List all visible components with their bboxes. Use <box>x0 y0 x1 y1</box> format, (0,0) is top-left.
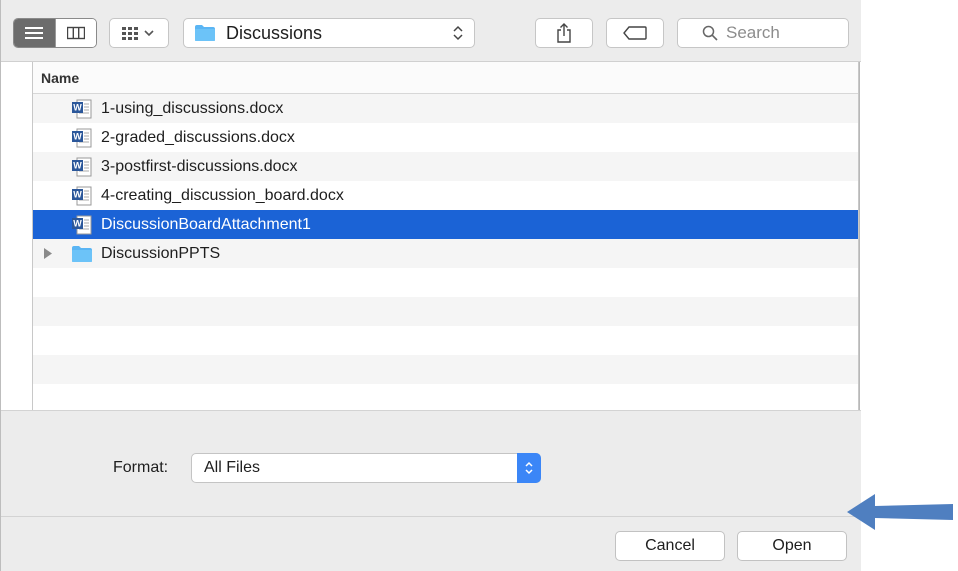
column-view-icon <box>66 26 85 40</box>
empty-row <box>33 297 858 326</box>
list-view-icon <box>25 27 44 39</box>
tag-icon <box>623 26 647 40</box>
grid-arrange-icon <box>122 27 154 40</box>
svg-text:W: W <box>73 160 82 170</box>
word-doc-icon: W <box>71 127 93 149</box>
open-button[interactable]: Open <box>737 531 847 561</box>
list-item[interactable]: W 2-graded_discussions.docx <box>33 123 858 152</box>
list-item-selected[interactable]: W DiscussionBoardAttachment1 <box>33 210 858 239</box>
disclosure-triangle-icon[interactable] <box>43 248 53 259</box>
file-name: 1-using_discussions.docx <box>101 99 284 117</box>
folder-name: DiscussionPPTS <box>101 244 221 262</box>
location-label: Discussions <box>226 22 323 43</box>
format-label: Format: <box>113 459 169 476</box>
file-name: 4-creating_discussion_board.docx <box>101 186 344 204</box>
file-name: DiscussionBoardAttachment1 <box>101 215 311 233</box>
column-view-button[interactable] <box>54 19 96 47</box>
empty-row <box>33 268 858 297</box>
tag-button[interactable] <box>606 18 664 48</box>
search-icon <box>702 25 718 41</box>
list-item[interactable]: W 3-postfirst-discussions.docx <box>33 152 858 181</box>
updown-chevron-icon <box>453 25 463 41</box>
svg-text:W: W <box>73 218 82 228</box>
word-doc-icon: W <box>71 156 93 178</box>
svg-text:W: W <box>73 131 82 141</box>
word-doc-icon: W <box>71 214 93 236</box>
word-doc-icon: W <box>71 185 93 207</box>
share-icon <box>557 23 571 43</box>
list-item[interactable]: DiscussionPPTS <box>33 239 858 268</box>
svg-text:W: W <box>73 102 82 112</box>
sidebar-collapsed <box>1 62 32 410</box>
empty-row <box>33 355 858 384</box>
word-doc-icon: W <box>71 98 93 120</box>
arrange-items-button[interactable] <box>109 18 169 48</box>
format-stepper[interactable] <box>517 453 541 483</box>
callout-arrow-icon <box>847 494 953 530</box>
cancel-button[interactable]: Cancel <box>615 531 725 561</box>
share-button[interactable] <box>535 18 593 48</box>
format-value: All Files <box>204 459 261 476</box>
folder-icon <box>195 25 215 41</box>
view-mode-segmented-control <box>13 18 97 48</box>
list-view-button[interactable] <box>14 19 55 47</box>
column-header-name[interactable]: Name <box>33 62 858 94</box>
toolbar: Discussions <box>1 0 861 62</box>
list-item[interactable]: W 4-creating_discussion_board.docx <box>33 181 858 210</box>
dialog-button-bar: Cancel Open <box>1 516 861 571</box>
file-name: 3-postfirst-discussions.docx <box>101 157 298 175</box>
svg-text:W: W <box>73 189 82 199</box>
empty-row <box>33 326 858 355</box>
options-panel: Format: All Files Cancel Open <box>1 410 861 571</box>
list-item[interactable]: W 1-using_discussions.docx <box>33 94 858 123</box>
search-input[interactable] <box>726 23 846 43</box>
location-popup[interactable]: Discussions <box>183 18 475 48</box>
format-select[interactable]: All Files <box>191 453 541 483</box>
file-list: Name W 1-using_discussions.docx W 2-grad… <box>32 62 859 410</box>
file-name: 2-graded_discussions.docx <box>101 128 295 146</box>
folder-icon <box>71 243 93 265</box>
open-file-dialog: Discussions Search Name W 1-using_discus… <box>0 0 861 571</box>
column-header-label: Name <box>41 69 80 86</box>
updown-chevron-icon <box>525 461 533 475</box>
search-field[interactable] <box>677 18 849 48</box>
